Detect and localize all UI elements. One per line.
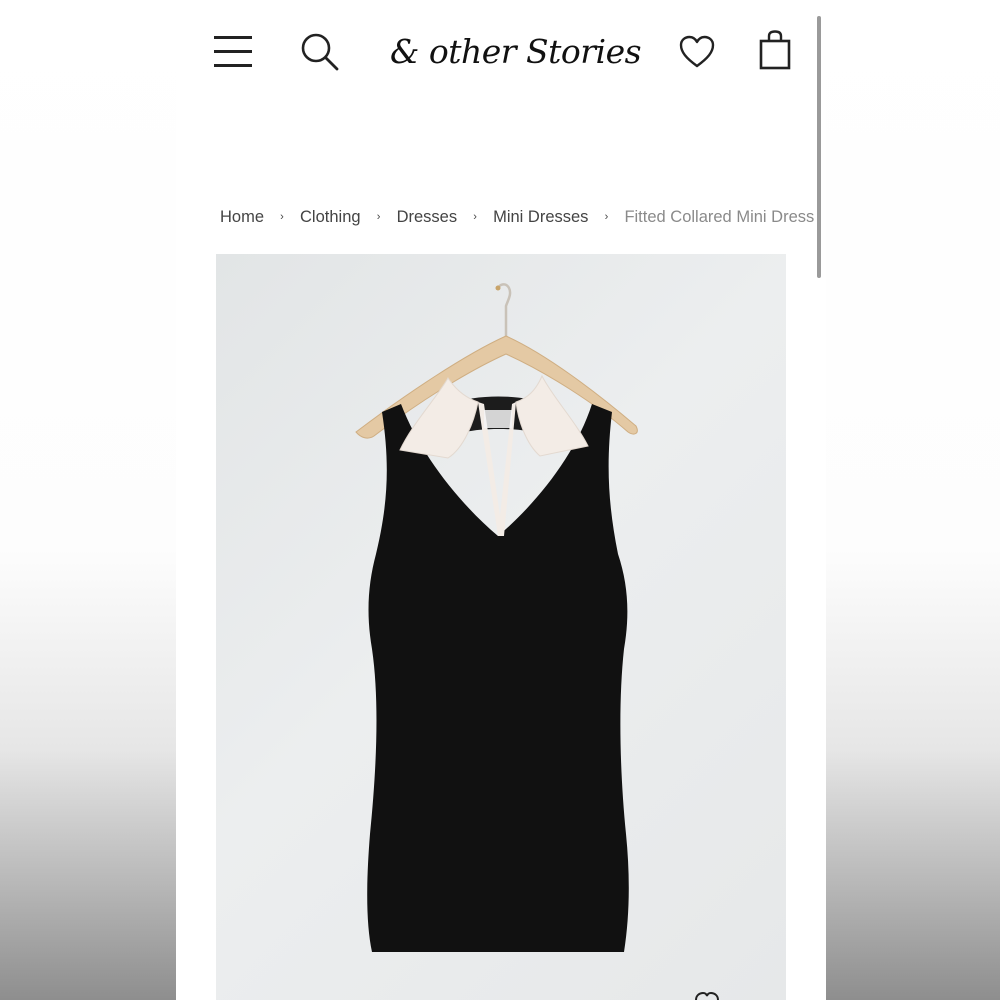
breadcrumb-dresses[interactable]: Dresses bbox=[397, 208, 458, 227]
breadcrumb-home[interactable]: Home bbox=[220, 208, 264, 227]
site-header: & other Stories bbox=[176, 0, 826, 110]
breadcrumb: Home › Clothing › Dresses › Mini Dresses… bbox=[220, 204, 820, 230]
hanger-hook bbox=[496, 283, 512, 336]
breadcrumb-current-page: Fitted Collared Mini Dress bbox=[624, 207, 815, 226]
breadcrumb-mini-dresses[interactable]: Mini Dresses bbox=[493, 208, 588, 227]
hamburger-menu-icon[interactable] bbox=[214, 34, 254, 68]
scrollbar-thumb[interactable] bbox=[817, 16, 821, 278]
dress-body bbox=[367, 404, 629, 952]
chevron-right-icon: › bbox=[376, 211, 381, 223]
heart-icon[interactable] bbox=[678, 34, 716, 70]
search-icon[interactable] bbox=[300, 32, 340, 72]
right-backdrop bbox=[826, 0, 1000, 1000]
product-page: & other Stories Home › Clothing › Dresse… bbox=[176, 0, 826, 1000]
brand-logo[interactable]: & other Stories bbox=[390, 28, 642, 76]
breadcrumb-clothing[interactable]: Clothing bbox=[300, 208, 361, 227]
product-image[interactable] bbox=[216, 254, 786, 1000]
chevron-right-icon: › bbox=[280, 211, 284, 223]
chevron-right-icon: › bbox=[604, 211, 609, 223]
dress-illustration bbox=[355, 283, 638, 952]
shopping-bag-icon[interactable] bbox=[758, 30, 792, 70]
chevron-right-icon: › bbox=[473, 211, 477, 223]
left-backdrop bbox=[0, 0, 176, 1000]
add-to-wishlist-icon[interactable] bbox=[692, 990, 722, 1000]
